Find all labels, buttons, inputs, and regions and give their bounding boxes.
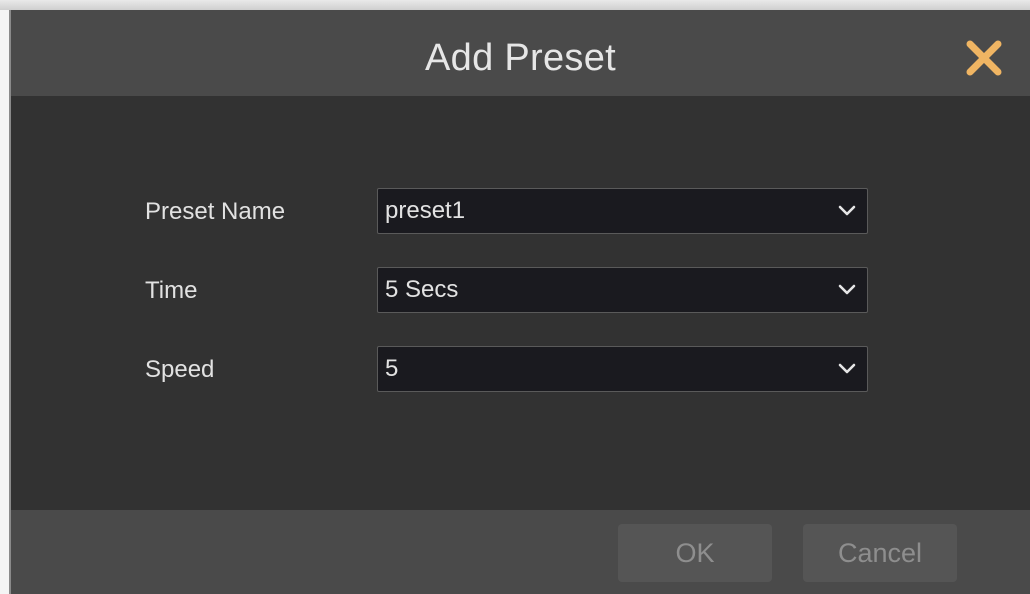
background-strip [0, 0, 1030, 10]
speed-select[interactable]: 5 [377, 346, 868, 392]
speed-label: Speed [145, 356, 215, 383]
add-preset-dialog: Add Preset Preset Name preset1 Time 5 Se… [9, 10, 1030, 594]
speed-row: Speed 5 [11, 346, 1030, 394]
chevron-down-icon [838, 363, 856, 374]
close-button[interactable] [964, 38, 1004, 78]
close-x-icon [966, 40, 1002, 76]
dialog-titlebar: Add Preset [11, 10, 1030, 96]
dialog-footer: OK Cancel [11, 510, 1030, 594]
time-label: Time [145, 277, 198, 304]
time-row: Time 5 Secs [11, 267, 1030, 315]
speed-value: 5 [385, 355, 399, 382]
dialog-title: Add Preset [425, 37, 616, 79]
dialog-body: Preset Name preset1 Time 5 Secs Speed 5 [11, 96, 1030, 510]
chevron-down-icon [838, 284, 856, 295]
chevron-down-icon [838, 205, 856, 216]
preset-name-row: Preset Name preset1 [11, 188, 1030, 236]
preset-name-label: Preset Name [145, 198, 286, 225]
time-select[interactable]: 5 Secs [377, 267, 868, 313]
time-value: 5 Secs [385, 276, 459, 303]
preset-name-select[interactable]: preset1 [377, 188, 868, 234]
preset-name-value: preset1 [385, 197, 466, 224]
cancel-button[interactable]: Cancel [803, 524, 957, 582]
ok-button[interactable]: OK [618, 524, 772, 582]
